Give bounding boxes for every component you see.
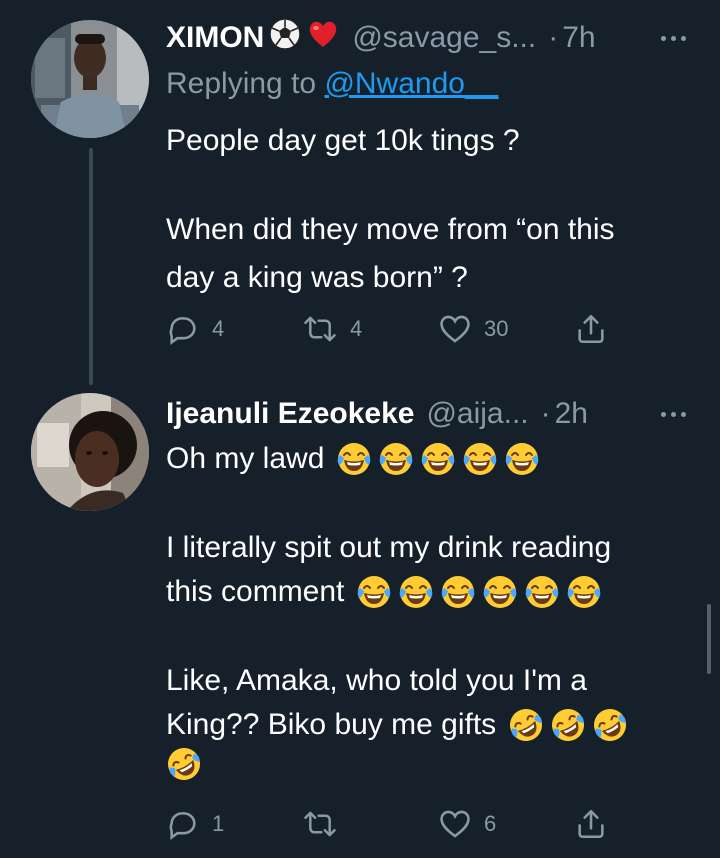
tweet-text-line: People day get 10k tings ? [166,124,520,157]
separator-dot: · [548,21,559,54]
share-icon [574,807,608,841]
tweet-ximon[interactable]: XIMON @savage_s... · 7h Replying to @Nwa… [0,0,720,385]
face-with-tears-of-joy-emoji [524,574,560,610]
timestamp[interactable]: 2h [555,397,588,431]
tweet-ijeanuli[interactable]: Ijeanuli Ezeokeke @aija... · 2h Oh my la… [0,380,720,858]
red-heart-emoji [306,17,340,59]
retweet-button[interactable] [302,804,350,844]
emoji-run [166,746,202,782]
heart-icon [438,807,472,841]
retweet-button[interactable]: 4 [302,309,362,349]
like-count: 6 [484,811,497,836]
rolling-on-the-floor-laughing-emoji [592,707,628,743]
heart-icon [438,312,472,346]
retweet-count: 4 [350,316,363,341]
display-name[interactable]: Ijeanuli Ezeokeke [166,397,414,431]
emoji-run [356,574,602,610]
tweet-text-line: Like, Amaka, who told you I'm a [166,664,587,697]
reply-button[interactable]: 1 [166,804,224,844]
rolling-on-the-floor-laughing-emoji [166,746,202,782]
tweet-header: Ijeanuli Ezeokeke @aija... · 2h [166,394,700,434]
tweet-text-line: I literally spit out my drink reading [166,531,612,564]
reply-count: 4 [212,316,225,341]
tweet-text-line: When did they move from “on this [166,213,615,246]
timestamp[interactable]: 7h [562,21,595,55]
user-handle[interactable]: @savage_s... [352,21,536,55]
share-icon [574,312,608,346]
tweet-text-line: Oh my lawd [166,442,325,475]
tweet-text-line: this comment [166,575,345,608]
like-button[interactable]: 6 [438,804,496,844]
emoji-run [336,441,540,477]
tweet-text-line: King?? Biko buy me gifts [166,708,497,741]
emoji-run [508,707,628,743]
retweet-icon [302,807,338,841]
reply-button[interactable]: 4 [166,309,224,349]
tweet-actions: 4 4 30 [166,309,626,349]
reply-count: 1 [212,811,225,836]
face-with-tears-of-joy-emoji [504,441,540,477]
face-with-tears-of-joy-emoji [420,441,456,477]
avatar-ximon[interactable] [31,20,149,138]
like-button[interactable]: 30 [438,309,508,349]
reply-icon [166,312,200,346]
tweet-header: XIMON @savage_s... · 7h [166,18,700,58]
retweet-icon [302,312,338,346]
face-with-tears-of-joy-emoji [566,574,602,610]
tweet-text-row: this comment [166,571,602,613]
display-name[interactable]: XIMON [166,21,264,55]
face-with-tears-of-joy-emoji [440,574,476,610]
share-button[interactable] [574,309,608,349]
replying-to: Replying to @Nwando__ [166,67,498,101]
tweet-text-row: King?? Biko buy me gifts [166,704,628,746]
tweet-actions: 1 6 [166,804,626,844]
face-with-tears-of-joy-emoji [398,574,434,610]
thread-connector-line [89,148,93,385]
face-with-tears-of-joy-emoji [482,574,518,610]
soccer-ball-emoji [268,17,302,59]
share-button[interactable] [574,804,608,844]
rolling-on-the-floor-laughing-emoji [508,707,544,743]
more-options-icon[interactable] [661,411,686,417]
face-with-tears-of-joy-emoji [336,441,372,477]
face-with-tears-of-joy-emoji [378,441,414,477]
replying-to-mention[interactable]: @Nwando__ [324,67,498,100]
rolling-on-the-floor-laughing-emoji [550,707,586,743]
face-with-tears-of-joy-emoji [462,441,498,477]
tweet-text-row [166,746,202,782]
separator-dot: · [540,397,551,430]
avatar-ijeanuli[interactable] [31,393,149,511]
user-handle[interactable]: @aija... [426,397,528,431]
tweet-text-row: Oh my lawd [166,438,540,480]
reply-icon [166,807,200,841]
like-count: 30 [484,316,509,341]
face-with-tears-of-joy-emoji [356,574,392,610]
replying-to-label: Replying to [166,67,317,100]
scrollbar-thumb[interactable] [707,604,711,674]
more-options-icon[interactable] [661,35,686,41]
tweet-text-line: day a king was born” ? [166,261,468,294]
